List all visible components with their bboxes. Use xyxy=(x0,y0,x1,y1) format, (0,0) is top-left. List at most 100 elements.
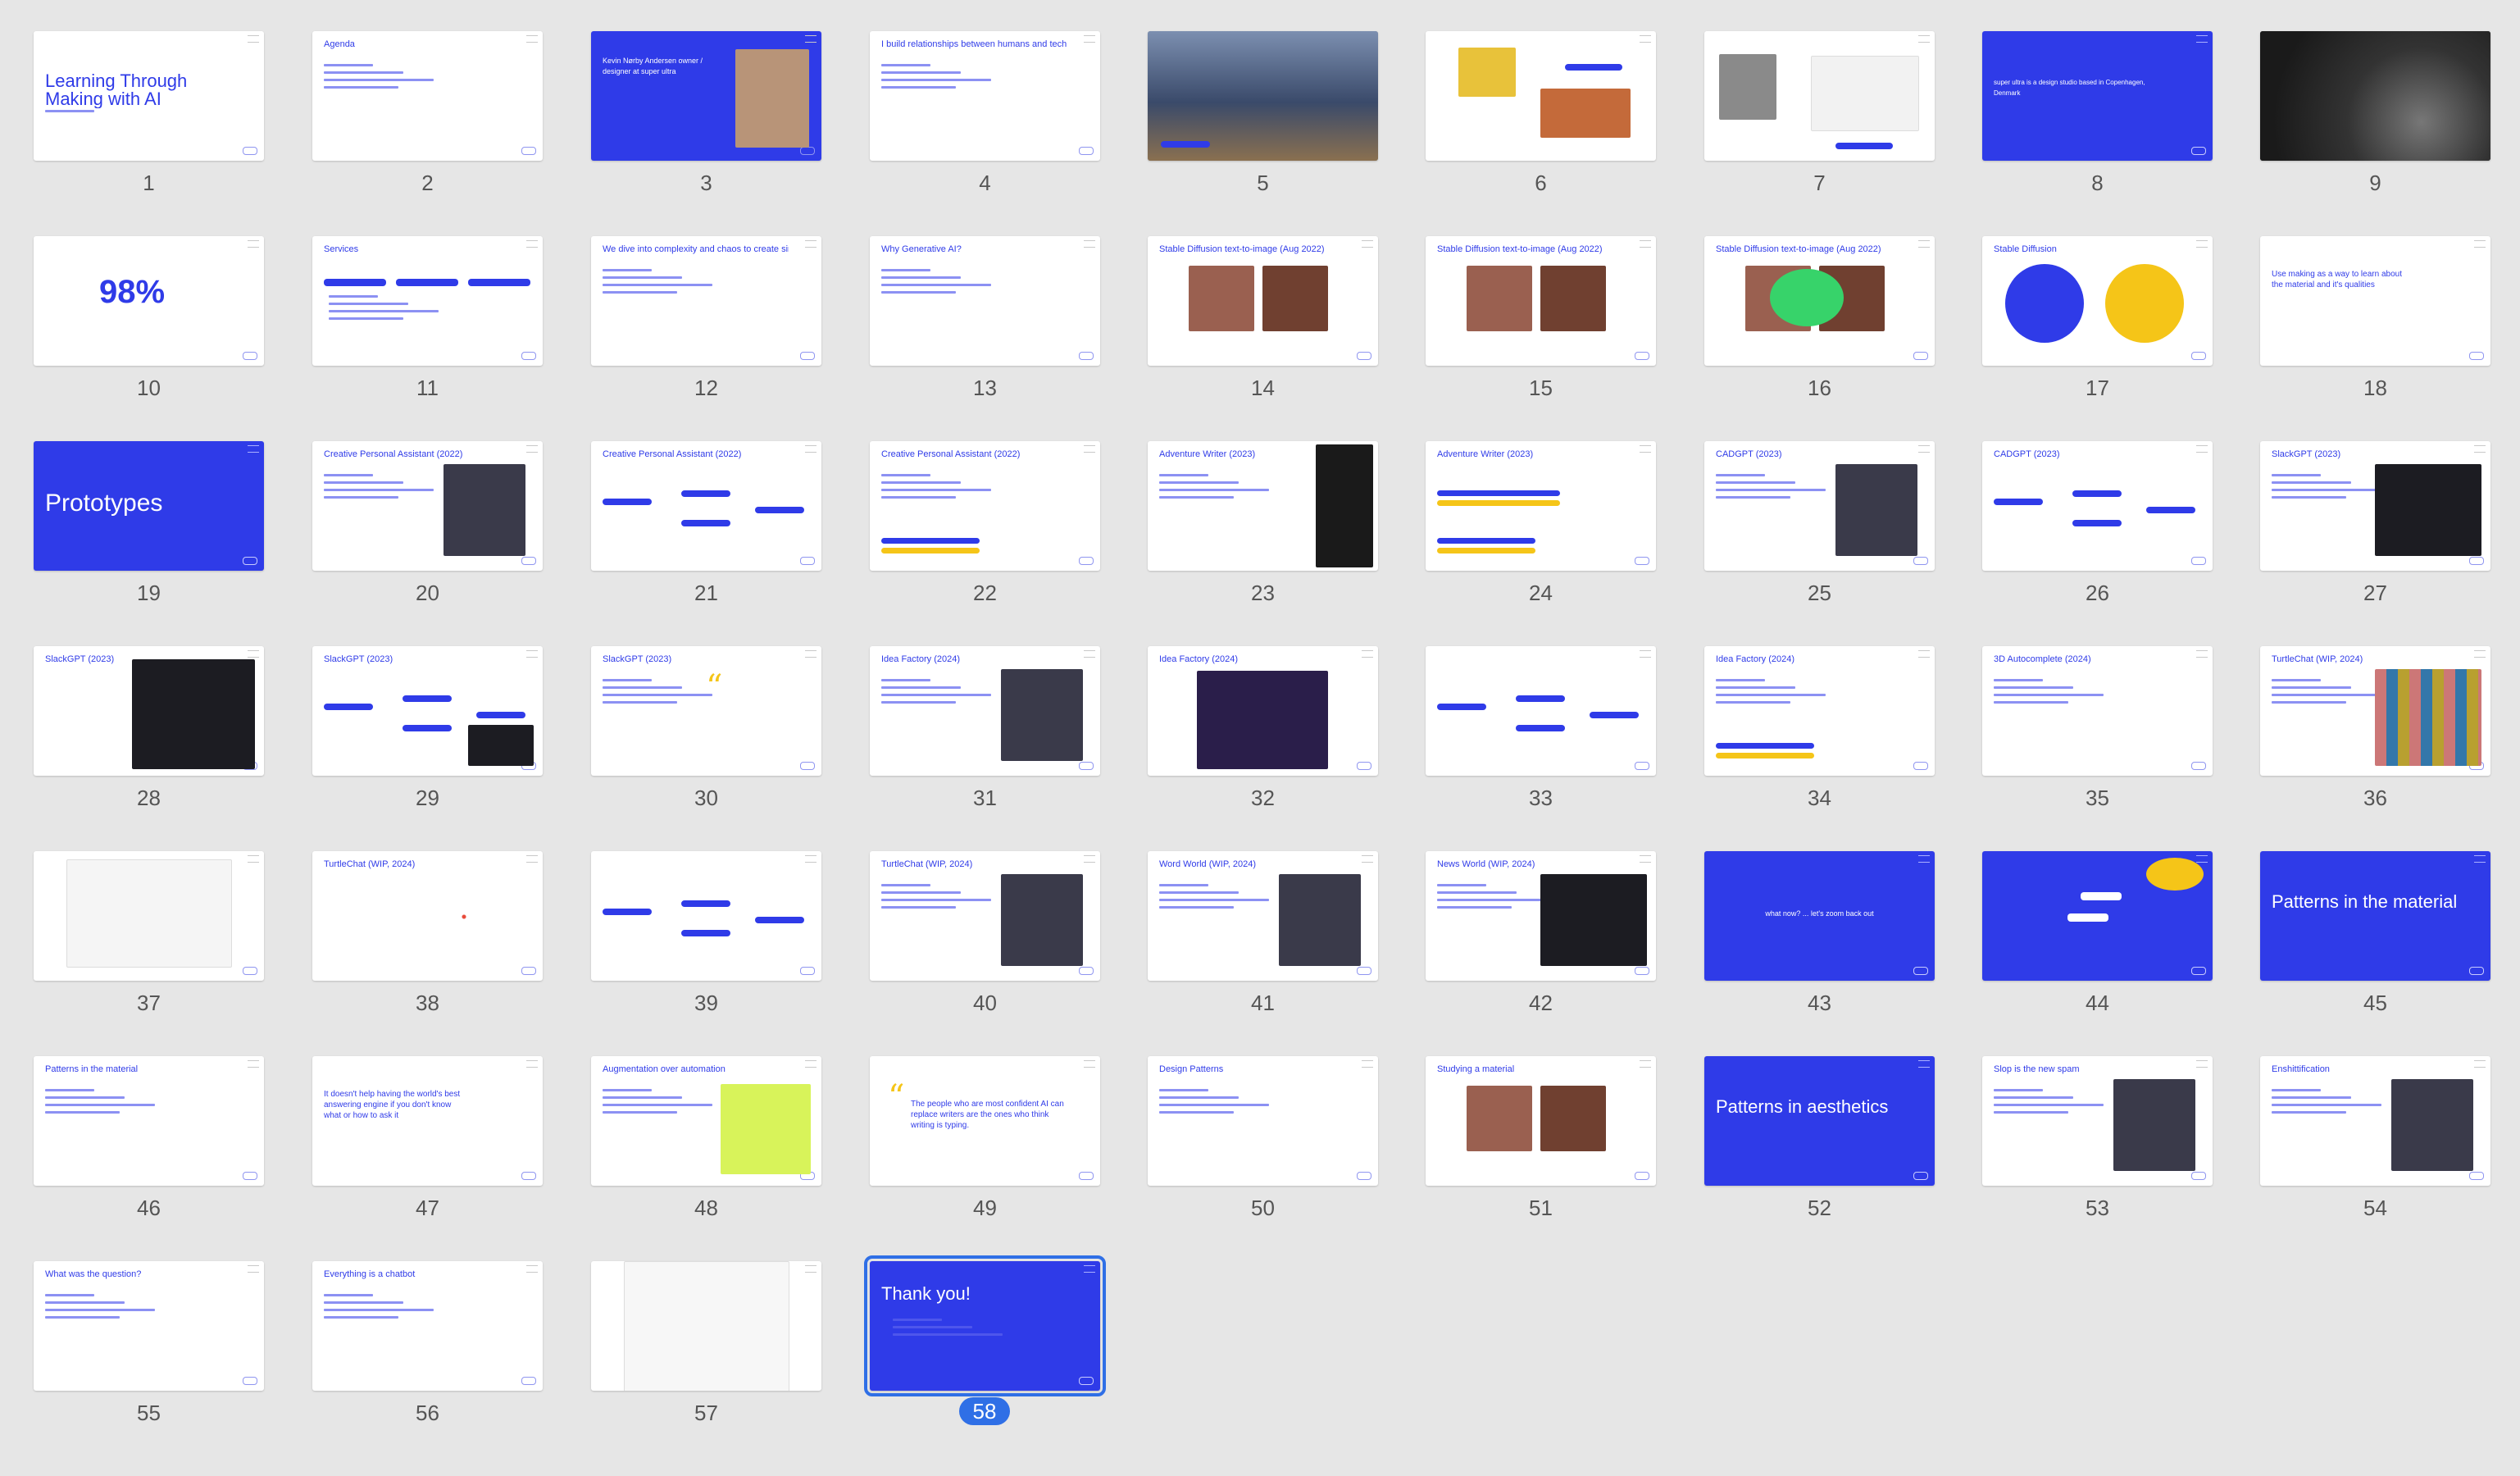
slide-preview[interactable] xyxy=(591,1261,821,1391)
slide-thumb-23[interactable]: Adventure Writer (2023) 23 xyxy=(1148,441,1378,613)
slide-preview[interactable]: Stable Diffusion text-to-image (Aug 2022… xyxy=(1148,236,1378,366)
slide-preview[interactable] xyxy=(34,851,264,981)
slide-thumb-34[interactable]: Idea Factory (2024) 34 xyxy=(1704,646,1935,818)
slide-preview[interactable]: Word World (WIP, 2024) xyxy=(1148,851,1378,981)
slide-preview[interactable]: Studying a material xyxy=(1426,1056,1656,1186)
slide-thumb-16[interactable]: Stable Diffusion text-to-image (Aug 2022… xyxy=(1704,236,1935,408)
slide-thumb-27[interactable]: SlackGPT (2023) 27 xyxy=(2260,441,2490,613)
slide-preview[interactable]: Use making as a way to learn about the m… xyxy=(2260,236,2490,366)
slide-thumb-40[interactable]: TurtleChat (WIP, 2024) 40 xyxy=(870,851,1100,1023)
slide-preview[interactable]: Patterns in the material xyxy=(2260,851,2490,981)
slide-preview[interactable]: I build relationships between humans and… xyxy=(870,31,1100,161)
slide-thumb-22[interactable]: Creative Personal Assistant (2022) 22 xyxy=(870,441,1100,613)
slide-preview[interactable]: Learning Through Making with AI xyxy=(34,31,264,161)
slide-preview[interactable]: 3D Autocomplete (2024) xyxy=(1982,646,2213,776)
slide-preview[interactable]: Stable Diffusion xyxy=(1982,236,2213,366)
slide-thumb-3[interactable]: Kevin Nørby Andersen owner / designer at… xyxy=(591,31,821,203)
slide-thumb-1[interactable]: Learning Through Making with AI 1 xyxy=(34,31,264,203)
slide-thumb-19[interactable]: Prototypes 19 xyxy=(34,441,264,613)
slide-preview[interactable]: We dive into complexity and chaos to cre… xyxy=(591,236,821,366)
slide-preview[interactable]: Creative Personal Assistant (2022) xyxy=(312,441,543,571)
slide-thumb-10[interactable]: 98% 10 xyxy=(34,236,264,408)
slide-thumb-35[interactable]: 3D Autocomplete (2024) 35 xyxy=(1982,646,2213,818)
slide-thumb-43[interactable]: what now? ... let's zoom back out 43 xyxy=(1704,851,1935,1023)
slide-thumb-29[interactable]: SlackGPT (2023) 29 xyxy=(312,646,543,818)
slide-thumb-39[interactable]: 39 xyxy=(591,851,821,1023)
slide-preview[interactable]: TurtleChat (WIP, 2024) xyxy=(870,851,1100,981)
slide-thumb-26[interactable]: CADGPT (2023) 26 xyxy=(1982,441,2213,613)
slide-preview[interactable]: Creative Personal Assistant (2022) xyxy=(591,441,821,571)
slide-thumb-8[interactable]: super ultra is a design studio based in … xyxy=(1982,31,2213,203)
slide-preview[interactable]: CADGPT (2023) xyxy=(1982,441,2213,571)
slide-preview[interactable]: SlackGPT (2023) xyxy=(2260,441,2490,571)
slide-thumb-4[interactable]: I build relationships between humans and… xyxy=(870,31,1100,203)
slide-preview[interactable]: News World (WIP, 2024) xyxy=(1426,851,1656,981)
slide-thumb-54[interactable]: Enshittification 54 xyxy=(2260,1056,2490,1228)
slide-thumb-38[interactable]: TurtleChat (WIP, 2024) 38 xyxy=(312,851,543,1023)
slide-preview[interactable]: Enshittification xyxy=(2260,1056,2490,1186)
slide-preview[interactable]: Thank you! xyxy=(864,1255,1106,1396)
slide-preview[interactable]: Patterns in the material xyxy=(34,1056,264,1186)
slide-preview[interactable]: Why Generative AI? xyxy=(870,236,1100,366)
slide-preview[interactable]: what now? ... let's zoom back out xyxy=(1704,851,1935,981)
slide-thumb-50[interactable]: Design Patterns 50 xyxy=(1148,1056,1378,1228)
slide-thumb-58[interactable]: Thank you! 58 xyxy=(864,1255,1106,1433)
slide-preview[interactable]: SlackGPT (2023) xyxy=(34,646,264,776)
slide-thumb-21[interactable]: Creative Personal Assistant (2022) 21 xyxy=(591,441,821,613)
slide-thumb-9[interactable]: 9 xyxy=(2260,31,2490,203)
slide-thumb-13[interactable]: Why Generative AI? 13 xyxy=(870,236,1100,408)
slide-preview[interactable]: Kevin Nørby Andersen owner / designer at… xyxy=(591,31,821,161)
slide-preview[interactable]: It doesn't help having the world's best … xyxy=(312,1056,543,1186)
slide-preview[interactable]: Adventure Writer (2023) xyxy=(1426,441,1656,571)
slide-preview[interactable]: super ultra is a design studio based in … xyxy=(1982,31,2213,161)
slide-thumb-48[interactable]: Augmentation over automation 48 xyxy=(591,1056,821,1228)
slide-thumb-17[interactable]: Stable Diffusion 17 xyxy=(1982,236,2213,408)
slide-preview[interactable]: SlackGPT (2023) xyxy=(312,646,543,776)
slide-preview[interactable] xyxy=(1426,646,1656,776)
slide-thumb-32[interactable]: Idea Factory (2024) 32 xyxy=(1148,646,1378,818)
slide-thumb-25[interactable]: CADGPT (2023) 25 xyxy=(1704,441,1935,613)
slide-preview[interactable]: Patterns in aesthetics xyxy=(1704,1056,1935,1186)
slide-preview[interactable]: Idea Factory (2024) xyxy=(870,646,1100,776)
slide-preview[interactable]: Services xyxy=(312,236,543,366)
slide-thumb-31[interactable]: Idea Factory (2024) 31 xyxy=(870,646,1100,818)
slide-thumb-33[interactable]: 33 xyxy=(1426,646,1656,818)
slide-thumb-57[interactable]: 57 xyxy=(591,1261,821,1433)
slide-thumb-15[interactable]: Stable Diffusion text-to-image (Aug 2022… xyxy=(1426,236,1656,408)
slide-thumb-44[interactable]: 44 xyxy=(1982,851,2213,1023)
slide-preview[interactable]: TurtleChat (WIP, 2024) xyxy=(312,851,543,981)
slide-thumb-56[interactable]: Everything is a chatbot 56 xyxy=(312,1261,543,1433)
slide-preview[interactable] xyxy=(1982,851,2213,981)
slide-thumb-7[interactable]: 7 xyxy=(1704,31,1935,203)
slide-preview[interactable] xyxy=(2260,31,2490,161)
slide-thumb-41[interactable]: Word World (WIP, 2024) 41 xyxy=(1148,851,1378,1023)
slide-thumb-20[interactable]: Creative Personal Assistant (2022) 20 xyxy=(312,441,543,613)
slide-thumb-55[interactable]: What was the question? 55 xyxy=(34,1261,264,1433)
slide-thumb-30[interactable]: SlackGPT (2023) “ 30 xyxy=(591,646,821,818)
slide-thumb-6[interactable]: 6 xyxy=(1426,31,1656,203)
slide-preview[interactable] xyxy=(1704,31,1935,161)
slide-preview[interactable] xyxy=(1148,31,1378,161)
slide-thumb-24[interactable]: Adventure Writer (2023) 24 xyxy=(1426,441,1656,613)
slide-thumb-53[interactable]: Slop is the new spam 53 xyxy=(1982,1056,2213,1228)
slide-thumb-36[interactable]: TurtleChat (WIP, 2024) 36 xyxy=(2260,646,2490,818)
slide-preview[interactable] xyxy=(1426,31,1656,161)
slide-preview[interactable]: Idea Factory (2024) xyxy=(1704,646,1935,776)
slide-thumb-18[interactable]: Use making as a way to learn about the m… xyxy=(2260,236,2490,408)
slide-preview[interactable]: SlackGPT (2023) “ xyxy=(591,646,821,776)
slide-thumb-2[interactable]: Agenda 2 xyxy=(312,31,543,203)
slide-thumb-5[interactable]: 5 xyxy=(1148,31,1378,203)
slide-thumb-45[interactable]: Patterns in the material 45 xyxy=(2260,851,2490,1023)
slide-thumb-37[interactable]: 37 xyxy=(34,851,264,1023)
slide-preview[interactable]: Stable Diffusion text-to-image (Aug 2022… xyxy=(1426,236,1656,366)
slide-preview[interactable]: Adventure Writer (2023) xyxy=(1148,441,1378,571)
slide-preview[interactable]: Idea Factory (2024) xyxy=(1148,646,1378,776)
slide-preview[interactable]: Design Patterns xyxy=(1148,1056,1378,1186)
slide-preview[interactable]: Slop is the new spam xyxy=(1982,1056,2213,1186)
slide-preview[interactable]: CADGPT (2023) xyxy=(1704,441,1935,571)
slide-preview[interactable]: TurtleChat (WIP, 2024) xyxy=(2260,646,2490,776)
slide-preview[interactable]: Creative Personal Assistant (2022) xyxy=(870,441,1100,571)
slide-preview[interactable]: Prototypes xyxy=(34,441,264,571)
slide-thumb-12[interactable]: We dive into complexity and chaos to cre… xyxy=(591,236,821,408)
slide-thumb-46[interactable]: Patterns in the material 46 xyxy=(34,1056,264,1228)
